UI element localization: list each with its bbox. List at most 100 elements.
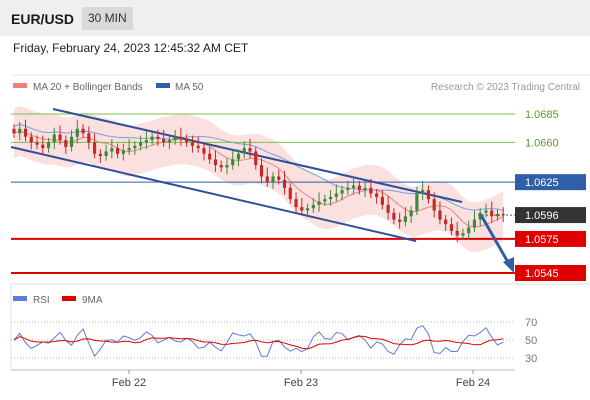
candle-body xyxy=(363,187,367,191)
candle-body xyxy=(127,148,131,151)
candle-body xyxy=(173,136,177,141)
ma20-legend-label: MA 20 + Bollinger Bands xyxy=(33,82,143,93)
candle-body xyxy=(242,148,246,154)
candle-body xyxy=(323,199,327,202)
candle-body xyxy=(311,204,315,209)
candle-body xyxy=(156,136,160,139)
candle-body xyxy=(236,153,241,160)
level-label-1.0660: 1.0660 xyxy=(525,137,559,149)
bollinger-band-area xyxy=(14,106,504,253)
candle-body xyxy=(87,133,91,143)
candle-body xyxy=(294,199,298,208)
candle-body xyxy=(467,227,471,234)
candle-body xyxy=(300,207,304,211)
candle-body xyxy=(472,219,477,228)
level-label-1.0545: 1.0545 xyxy=(525,268,559,280)
x-axis-label-1: Feb 23 xyxy=(284,377,318,389)
candle-body xyxy=(225,165,229,168)
candle-body xyxy=(167,140,172,143)
level-label-1.0596: 1.0596 xyxy=(525,210,559,222)
candle-body xyxy=(415,193,419,211)
candle-body xyxy=(317,201,321,205)
candle-body xyxy=(248,148,252,152)
candle-body xyxy=(259,165,264,177)
candle-body xyxy=(455,230,459,236)
candle-body xyxy=(398,219,402,222)
ma50-legend-label: MA 50 xyxy=(175,82,204,93)
rsi-legend-swatch xyxy=(13,296,27,301)
candle-body xyxy=(495,213,500,217)
candle-body xyxy=(438,210,442,220)
ma20-legend-swatch xyxy=(13,83,27,88)
candle-body xyxy=(185,138,189,143)
candle-body xyxy=(110,148,114,152)
candle-body xyxy=(133,145,137,149)
x-axis-label-2: Feb 24 xyxy=(456,377,490,389)
candle-body xyxy=(139,142,143,146)
candle-body xyxy=(121,150,125,154)
candle-body xyxy=(409,210,413,217)
candle-body xyxy=(277,176,281,180)
candle-body xyxy=(41,144,45,149)
candle-body xyxy=(144,140,148,143)
candle-body xyxy=(18,128,22,134)
candle-body xyxy=(461,233,465,236)
rsi-level-label-30: 30 xyxy=(525,353,537,365)
candle-body xyxy=(75,128,79,137)
candle-body xyxy=(98,153,102,157)
candle-body xyxy=(340,190,344,194)
candle-body xyxy=(29,136,33,143)
candle-body xyxy=(288,187,292,200)
ma50-legend-swatch xyxy=(156,83,170,88)
candle-body xyxy=(392,212,396,220)
level-label-1.0685: 1.0685 xyxy=(525,109,559,121)
candle-body xyxy=(265,176,269,183)
candle-body xyxy=(52,134,56,143)
candle-body xyxy=(150,136,154,141)
candle-body xyxy=(490,210,494,217)
ma9-legend-label: 9MA xyxy=(82,295,103,306)
ma9-legend-swatch xyxy=(62,296,76,301)
candle-body xyxy=(403,216,407,222)
candle-body xyxy=(23,128,28,137)
candle-body xyxy=(380,196,384,205)
candle-body xyxy=(357,185,361,191)
candle-body xyxy=(213,159,218,166)
candle-body xyxy=(334,193,338,197)
candle-body xyxy=(386,204,390,213)
candle-body xyxy=(254,151,258,166)
candle-body xyxy=(432,199,436,211)
candle-body xyxy=(58,134,62,141)
candle-body xyxy=(162,138,166,143)
x-axis-label-0: Feb 22 xyxy=(112,377,146,389)
candle-body xyxy=(231,159,235,166)
candle-body xyxy=(196,145,200,149)
candle-body xyxy=(46,142,51,149)
candle-body xyxy=(305,208,310,211)
candle-body xyxy=(208,153,212,160)
candle-body xyxy=(449,224,454,231)
rsi-level-label-70: 70 xyxy=(525,317,537,329)
rsi-level-label-50: 50 xyxy=(525,335,537,347)
candle-body xyxy=(69,136,74,147)
candle-body xyxy=(501,213,505,216)
price-chart: MA 20 + Bollinger Bands MA 50 Research © 2… xyxy=(10,74,590,389)
candle-body xyxy=(328,196,333,200)
candle-body xyxy=(271,176,275,183)
candle-body xyxy=(219,165,223,168)
candle-body xyxy=(484,210,488,213)
candle-body xyxy=(369,187,373,194)
candle-body xyxy=(179,136,183,139)
candle-body xyxy=(64,140,68,147)
candle-body xyxy=(35,142,39,145)
candle-body xyxy=(444,219,448,225)
candle-body xyxy=(351,185,356,188)
credit-label: Research © 2023 Trading Central xyxy=(431,82,580,93)
candle-body xyxy=(104,151,108,157)
candle-body xyxy=(81,128,85,134)
rsi-legend-label: RSI xyxy=(33,295,50,306)
candle-body xyxy=(92,142,97,154)
candle-body xyxy=(282,179,287,188)
candle-body xyxy=(346,187,350,191)
candle-body xyxy=(202,148,206,154)
